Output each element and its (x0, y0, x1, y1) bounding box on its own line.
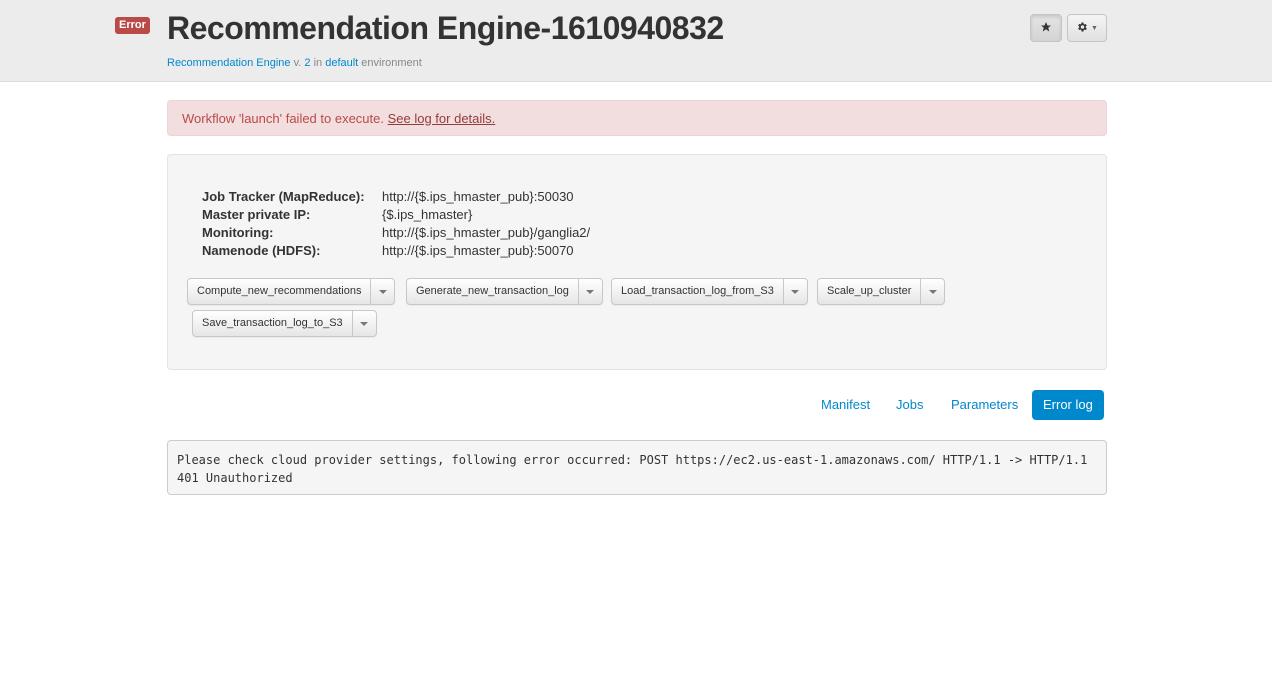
workflow-dropdown-toggle[interactable] (920, 279, 944, 304)
application-link[interactable]: Recommendation Engine (167, 57, 291, 69)
settings-dropdown-button[interactable]: ▼ (1067, 14, 1107, 42)
info-label: Job Tracker (MapReduce): (202, 189, 365, 204)
workflow-run-button[interactable]: Compute_new_recommendations (188, 279, 370, 304)
instance-details-panel: Job Tracker (MapReduce): http://{$.ips_h… (167, 154, 1107, 370)
workflow-button-group-compute: Compute_new_recommendations (187, 278, 396, 305)
info-value: http://{$.ips_hmaster_pub}:50030 (382, 189, 574, 204)
workflow-button-group-generate: Generate_new_transaction_log (406, 278, 603, 305)
workflow-run-button[interactable]: Load_transaction_log_from_S3 (612, 279, 783, 304)
caret-down-icon (586, 289, 595, 294)
chevron-down-icon: ▼ (1091, 24, 1098, 32)
workflow-button-group-scale: Scale_up_cluster (817, 278, 946, 305)
caret-down-icon (928, 289, 937, 294)
tab-error-log[interactable]: Error log (1032, 390, 1104, 420)
favorite-button[interactable] (1030, 14, 1062, 42)
alert-message: Workflow 'launch' failed to execute. (182, 111, 388, 126)
environment-link[interactable]: default (325, 57, 358, 69)
error-alert: Workflow 'launch' failed to execute. See… (167, 100, 1107, 136)
workflow-button-group-save: Save_transaction_log_to_S3 (192, 310, 377, 337)
tab-manifest[interactable]: Manifest (810, 390, 881, 420)
workflow-run-button[interactable]: Scale_up_cluster (818, 279, 920, 304)
page-header: Error Recommendation Engine-1610940832 R… (0, 0, 1272, 82)
info-label: Monitoring: (202, 225, 274, 240)
caret-down-icon (791, 289, 800, 294)
workflow-button-group-load: Load_transaction_log_from_S3 (611, 278, 808, 305)
page-title: Recommendation Engine-1610940832 (167, 10, 724, 46)
status-badge: Error (115, 17, 150, 34)
info-label: Master private IP: (202, 207, 311, 222)
info-value: http://{$.ips_hmaster_pub}/ganglia2/ (382, 225, 591, 240)
workflow-run-button[interactable]: Save_transaction_log_to_S3 (193, 311, 352, 336)
tab-parameters[interactable]: Parameters (940, 390, 1029, 420)
workflow-dropdown-toggle[interactable] (782, 279, 807, 304)
workflow-dropdown-toggle[interactable] (370, 279, 394, 304)
gear-icon (1076, 21, 1088, 36)
tab-jobs[interactable]: Jobs (885, 390, 934, 420)
info-label: Namenode (HDFS): (202, 243, 321, 258)
star-icon (1040, 21, 1052, 36)
see-log-link[interactable]: See log for details. (388, 111, 496, 126)
workflow-dropdown-toggle[interactable] (351, 311, 376, 336)
caret-down-icon (378, 289, 387, 294)
environment-suffix: environment (358, 57, 422, 69)
caret-down-icon (360, 321, 369, 326)
info-value: http://{$.ips_hmaster_pub}:50070 (382, 243, 574, 258)
workflow-run-button[interactable]: Generate_new_transaction_log (407, 279, 578, 304)
in-text: in (310, 57, 326, 69)
workflow-dropdown-toggle[interactable] (577, 279, 602, 304)
instance-subtitle: Recommendation Engine v. 2 in default en… (167, 57, 422, 69)
error-log-output: Please check cloud provider settings, fo… (167, 440, 1107, 495)
info-value: {$.ips_hmaster} (382, 207, 473, 222)
version-prefix: v. (290, 57, 305, 69)
